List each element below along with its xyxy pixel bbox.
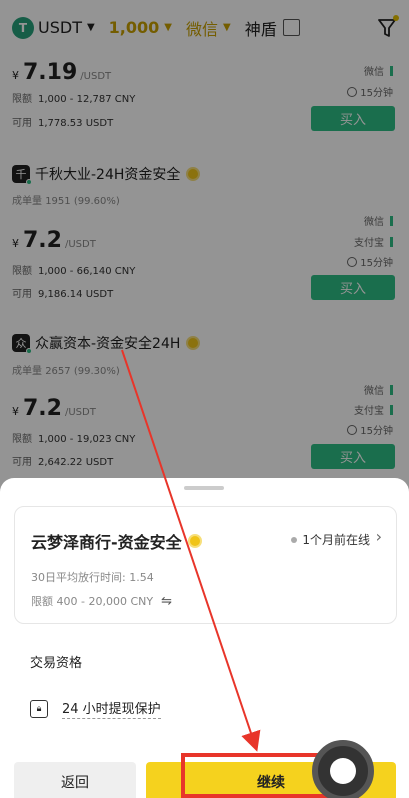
assistive-inner-circle: [330, 758, 356, 784]
annotation-arrow: [121, 349, 261, 752]
floating-assistive-button[interactable]: [312, 740, 374, 798]
